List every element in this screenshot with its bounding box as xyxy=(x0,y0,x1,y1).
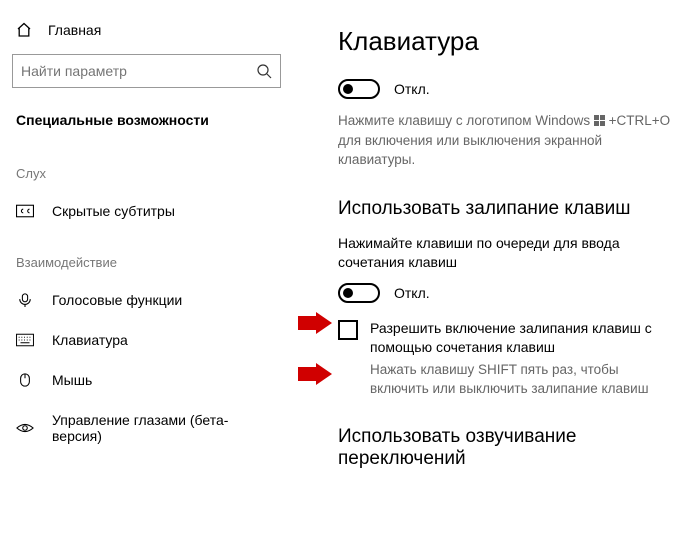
nav-label: Мышь xyxy=(52,372,92,388)
sidebar-item-voice[interactable]: Голосовые функции xyxy=(12,280,281,320)
mouse-icon xyxy=(16,373,34,387)
nav-label: Голосовые функции xyxy=(52,292,182,308)
sticky-keys-shortcut-checkbox[interactable] xyxy=(338,320,358,340)
toggle-state-label: Откл. xyxy=(394,81,430,97)
search-input[interactable] xyxy=(21,63,256,79)
sticky-keys-shortcut-sub: Нажать клавишу SHIFT пять раз, чтобы вкл… xyxy=(370,361,680,399)
home-label: Главная xyxy=(48,22,101,38)
toggle-keys-heading: Использовать озвучивание переключений xyxy=(338,426,680,470)
microphone-icon xyxy=(16,293,34,307)
toggle-state-label: Откл. xyxy=(394,285,430,301)
page-title: Клавиатура xyxy=(338,26,680,57)
group-hearing: Слух xyxy=(12,142,281,191)
main-content: Клавиатура Откл. Нажмите клавишу с логот… xyxy=(298,0,700,553)
eye-icon xyxy=(16,421,34,435)
sidebar-item-subtitles[interactable]: Скрытые субтитры xyxy=(12,191,281,231)
section-title: Специальные возможности xyxy=(12,106,281,142)
onscreen-keyboard-desc: Нажмите клавишу с логотипом Windows +CTR… xyxy=(338,111,680,170)
sticky-keys-heading: Использовать залипание клавиш xyxy=(338,198,680,220)
search-box[interactable] xyxy=(12,54,281,88)
annotation-arrow-icon xyxy=(298,363,332,385)
sticky-keys-toggle[interactable] xyxy=(338,283,380,303)
sidebar-item-keyboard[interactable]: Клавиатура xyxy=(12,320,281,360)
home-link[interactable]: Главная xyxy=(12,14,281,50)
onscreen-keyboard-toggle[interactable] xyxy=(338,79,380,99)
home-icon xyxy=(16,22,32,38)
sticky-keys-shortcut-label: Разрешить включение залипания клавиш с п… xyxy=(370,319,680,357)
cc-icon xyxy=(16,204,34,218)
sidebar: Главная Специальные возможности Слух Скр… xyxy=(0,0,298,553)
sidebar-item-eye-control[interactable]: Управление глазами (бета-версия) xyxy=(12,400,281,456)
keyboard-icon xyxy=(16,333,34,347)
sticky-keys-desc: Нажимайте клавиши по очереди для ввода с… xyxy=(338,234,680,273)
windows-logo-icon xyxy=(594,115,605,126)
sidebar-item-mouse[interactable]: Мышь xyxy=(12,360,281,400)
nav-label: Клавиатура xyxy=(52,332,128,348)
nav-label: Скрытые субтитры xyxy=(52,203,175,219)
annotation-arrow-icon xyxy=(298,312,332,334)
nav-label: Управление глазами (бета-версия) xyxy=(52,412,277,444)
search-icon xyxy=(256,63,272,79)
group-interaction: Взаимодействие xyxy=(12,231,281,280)
